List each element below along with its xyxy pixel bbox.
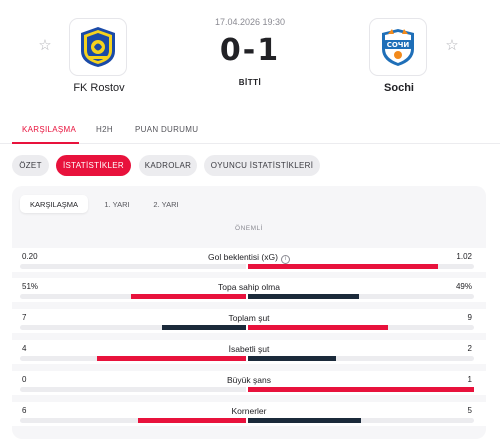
stat-row: 4 İsabetli şut 2	[12, 340, 486, 364]
match-header: ☆ FK Rostov 17.04.2026 19:30 0-1 BİTTİ С…	[0, 0, 500, 112]
home-team-logo[interactable]	[69, 18, 127, 76]
stat-label: Büyük şans	[149, 375, 349, 385]
stat-label-text: Kornerler	[231, 406, 267, 416]
stat-row: 0 Büyük şans 1	[12, 371, 486, 395]
stat-home-value: 0	[22, 375, 27, 384]
stat-away-value: 49%	[455, 282, 472, 291]
stat-home-value: 7	[22, 313, 27, 322]
stat-away-bar-track	[248, 356, 474, 361]
match-score: 0-1	[219, 33, 281, 68]
stat-home-bar-track	[20, 264, 246, 269]
favorite-home-star-icon[interactable]: ☆	[37, 38, 53, 54]
stat-away-bar-track	[248, 325, 474, 330]
stat-away-bar-track	[248, 418, 474, 423]
stat-away-bar-track	[248, 387, 474, 392]
stat-home-bar-fill	[96, 356, 246, 361]
stat-away-value: 1	[467, 375, 472, 384]
stat-label-text: Toplam şut	[228, 313, 270, 323]
active-tab-indicator	[12, 142, 79, 144]
stat-home-value: 51%	[22, 282, 39, 291]
stat-row: 0.20 Gol beklentisi (xG) i 1.02	[12, 248, 486, 272]
favorite-away-star-icon[interactable]: ☆	[444, 38, 460, 54]
subtab-kadrolar[interactable]: KADROLAR	[139, 155, 197, 176]
svg-text:СОЧИ: СОЧИ	[387, 41, 410, 49]
section-title: ÖNEMLİ	[235, 225, 263, 232]
match-status: BİTTİ	[238, 78, 262, 87]
subtab-ozet[interactable]: ÖZET	[12, 155, 49, 176]
stat-home-value: 6	[22, 406, 27, 415]
tab-karsilasma[interactable]: KARŞILAŞMA	[22, 125, 76, 134]
subtab-oyuncu-istatistikleri[interactable]: OYUNCU İSTATİSTİKLERİ	[204, 155, 320, 176]
stat-home-value: 0.20	[22, 252, 38, 261]
stat-home-bar-track	[20, 387, 246, 392]
sochi-crest-icon: СОЧИ	[382, 29, 414, 66]
stat-home-bar-track	[20, 325, 246, 330]
home-team-name[interactable]: FK Rostov	[44, 82, 154, 94]
stat-label-text: Büyük şans	[227, 375, 271, 385]
stat-away-bar-fill	[248, 294, 359, 299]
stat-home-bar-track	[20, 356, 246, 361]
rostov-crest-icon	[81, 27, 115, 67]
stat-row: 51% Topa sahip olma 49%	[12, 278, 486, 302]
period-tab-match[interactable]: KARŞILAŞMA	[20, 195, 88, 213]
stat-home-bar-fill	[162, 325, 246, 330]
stat-away-bar-fill	[248, 325, 389, 330]
stat-away-bar-fill	[248, 264, 438, 269]
stat-row: 6 Kornerler 5	[12, 402, 486, 426]
stat-away-value: 5	[467, 406, 472, 415]
tab-h2h[interactable]: H2H	[96, 125, 113, 134]
stat-row: 7 Toplam şut 9	[12, 309, 486, 333]
main-tabs: KARŞILAŞMA H2H PUAN DURUMU	[0, 118, 500, 144]
away-team-logo[interactable]: СОЧИ	[369, 18, 427, 76]
stat-home-bar-fill	[137, 418, 246, 423]
stat-home-value: 4	[22, 344, 27, 353]
stat-away-bar-fill	[248, 356, 337, 361]
stat-label: İsabetli şut	[149, 344, 349, 354]
stat-label: Gol beklentisi (xG) i	[149, 252, 349, 264]
stat-label-text: İsabetli şut	[228, 344, 270, 354]
stat-away-bar-track	[248, 294, 474, 299]
subtab-istatistikler[interactable]: İSTATİSTİKLER	[56, 155, 131, 176]
stat-label: Toplam şut	[149, 313, 349, 323]
match-datetime: 17.04.2026 19:30	[214, 17, 286, 27]
tab-puan-durumu[interactable]: PUAN DURUMU	[135, 125, 198, 134]
stat-away-value: 2	[467, 344, 472, 353]
stat-away-bar-fill	[248, 387, 474, 392]
stat-label: Kornerler	[149, 406, 349, 416]
stat-home-bar-track	[20, 294, 246, 299]
stat-label: Topa sahip olma	[149, 282, 349, 292]
stat-away-bar-fill	[248, 418, 361, 423]
stat-label-text: Gol beklentisi (xG)	[208, 252, 278, 262]
stat-away-value: 1.02	[456, 252, 472, 261]
info-icon[interactable]: i	[280, 255, 290, 264]
stat-home-bar-track	[20, 418, 246, 423]
stat-label-text: Topa sahip olma	[218, 282, 280, 292]
stat-away-value: 9	[467, 313, 472, 322]
stat-home-bar-fill	[130, 294, 246, 299]
period-tab-first-half[interactable]: 1. YARI	[96, 195, 138, 213]
stat-away-bar-track	[248, 264, 474, 269]
period-tab-second-half[interactable]: 2. YARI	[145, 195, 187, 213]
away-team-name[interactable]: Sochi	[344, 82, 454, 94]
